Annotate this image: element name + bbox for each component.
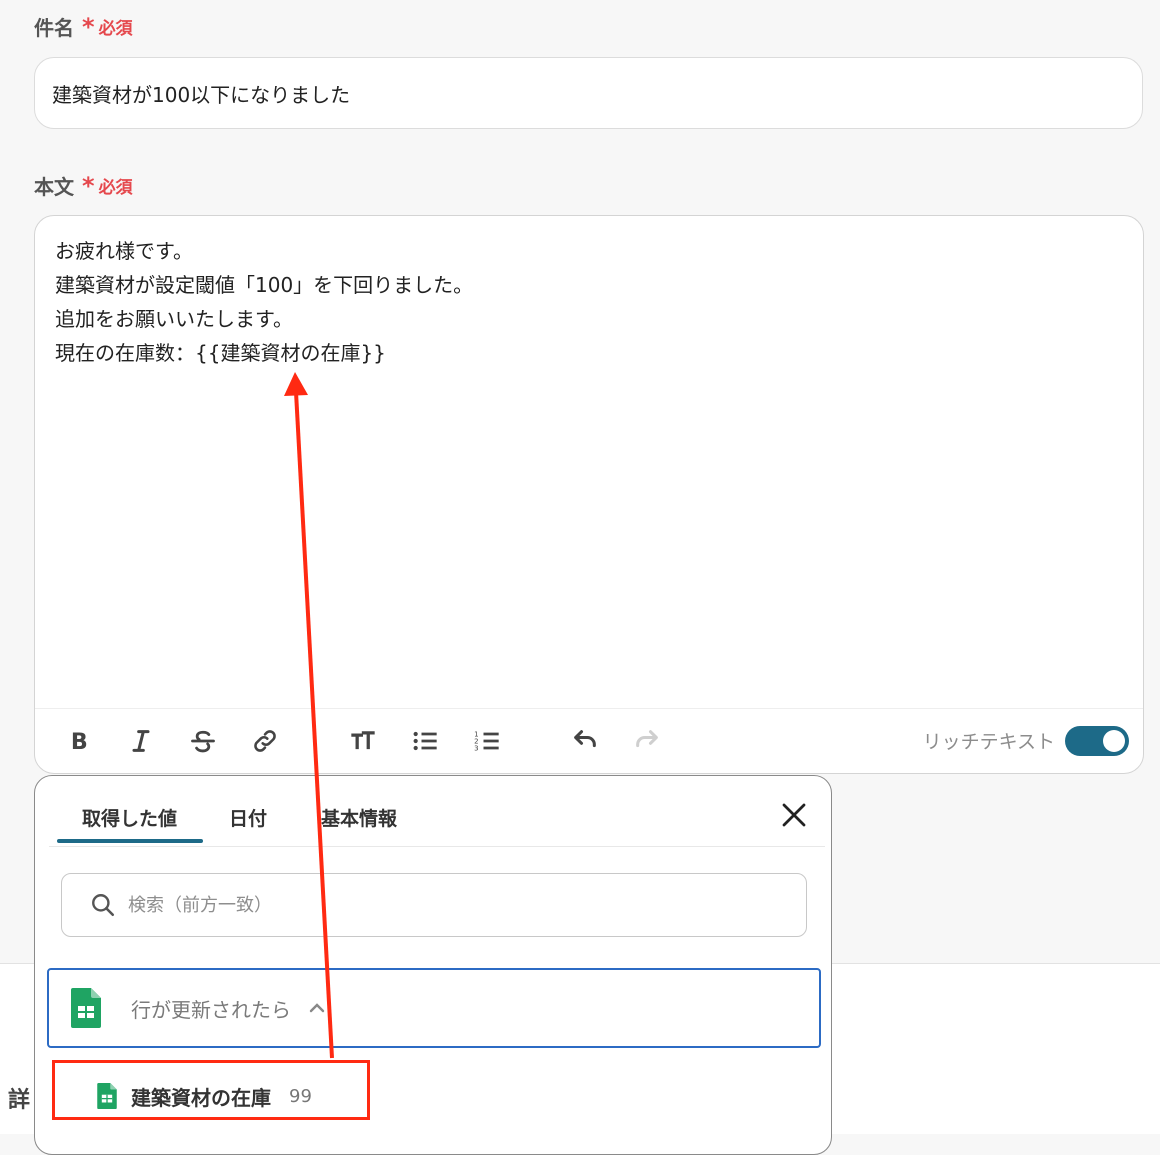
trigger-group-header[interactable]: 行が更新されたら — [47, 968, 821, 1048]
subject-input[interactable]: 建築資材が100以下になりました — [34, 57, 1143, 129]
italic-icon — [132, 730, 150, 752]
body-line: 建築資材が設定閾値「100」を下回りました。 — [55, 273, 474, 297]
body-editor[interactable]: お疲れ様です。 建築資材が設定閾値「100」を下回りました。 追加をお願いいたし… — [34, 215, 1144, 774]
toggle-knob — [1103, 730, 1125, 752]
svg-text:3: 3 — [474, 744, 478, 752]
link-icon — [254, 730, 276, 752]
undo-icon — [574, 730, 596, 748]
details-label-partial: 詳 — [8, 1088, 31, 1113]
tab-acquired-values[interactable]: 取得した値 — [82, 804, 177, 831]
body-label: 本文 — [34, 175, 74, 199]
strikethrough-icon — [191, 730, 215, 753]
search-field[interactable] — [61, 873, 807, 937]
annotation-highlight-box — [52, 1060, 370, 1120]
text-size-button[interactable] — [345, 723, 381, 759]
body-label-row: 本文 * 必須 — [34, 171, 133, 200]
search-input[interactable] — [126, 893, 730, 917]
body-line: お疲れ様です。 — [55, 239, 193, 263]
required-asterisk: * — [82, 12, 95, 41]
body-line: 現在の在庫数：{{建築資材の在庫}} — [55, 341, 386, 365]
italic-button[interactable] — [123, 723, 159, 759]
rich-text-label: リッチテキスト — [922, 731, 1055, 753]
redo-button[interactable] — [629, 723, 665, 759]
active-tab-indicator — [57, 839, 203, 843]
subject-label-row: 件名 * 必須 — [34, 12, 133, 41]
bullet-list-icon — [413, 731, 437, 751]
numbered-list-button[interactable]: 123 — [469, 723, 505, 759]
editor-toolbar: B 123 リッチテキスト — [35, 708, 1143, 773]
trigger-group-label: 行が更新されたら — [131, 997, 291, 1022]
required-asterisk: * — [82, 171, 95, 200]
close-icon[interactable] — [779, 800, 809, 830]
chevron-up-icon[interactable] — [305, 996, 329, 1020]
bold-icon: B — [71, 729, 88, 755]
subject-label: 件名 — [34, 16, 74, 40]
rich-text-toggle[interactable] — [1065, 726, 1129, 756]
numbered-list-icon: 123 — [474, 730, 499, 752]
tab-date[interactable]: 日付 — [229, 804, 267, 831]
google-sheets-icon — [71, 988, 101, 1028]
redo-icon — [636, 730, 658, 748]
tab-basic-info[interactable]: 基本情報 — [321, 804, 397, 831]
bullet-list-button[interactable] — [407, 723, 443, 759]
svg-text:B: B — [71, 729, 88, 755]
subject-value: 建築資材が100以下になりました — [52, 82, 351, 107]
text-size-icon — [351, 731, 375, 750]
strikethrough-button[interactable] — [185, 723, 221, 759]
undo-button[interactable] — [567, 723, 603, 759]
link-button[interactable] — [247, 723, 283, 759]
body-text[interactable]: お疲れ様です。 建築資材が設定閾値「100」を下回りました。 追加をお願いいたし… — [55, 234, 473, 370]
body-line: 追加をお願いいたします。 — [55, 307, 293, 331]
tab-divider — [49, 846, 825, 847]
required-badge: 必須 — [98, 19, 133, 39]
bold-button[interactable]: B — [61, 723, 97, 759]
search-icon — [92, 894, 115, 917]
required-badge: 必須 — [98, 178, 133, 198]
